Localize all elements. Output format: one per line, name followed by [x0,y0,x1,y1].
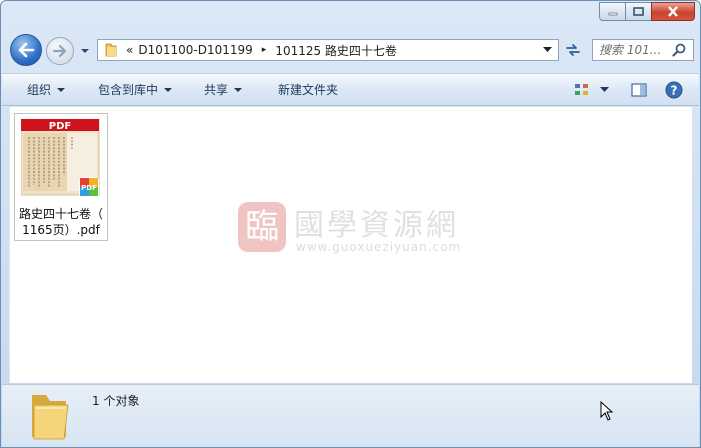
view-controls: ? [568,74,699,105]
file-name-line1: 路史四十七卷（ [18,207,103,221]
chevron-down-icon [234,87,243,92]
watermark-title: 國學資源網 [294,208,459,243]
breadcrumb-item-parent[interactable]: D101100-D101199 [138,43,252,57]
search-input[interactable] [593,43,669,57]
recent-pages-dropdown-icon[interactable] [80,46,90,56]
watermark: 臨 國學資源網 www.guoxueziyuan.com [238,200,478,258]
search-icon[interactable] [669,43,689,57]
minimize-icon [608,12,617,15]
file-item-pdf[interactable]: PDF PDF 路史四十七卷（ 1165页）.pdf [14,113,108,241]
close-button[interactable] [651,2,695,21]
title-bar[interactable] [1,1,700,29]
view-grid-icon [575,83,588,95]
file-name-line2: 1165页）.pdf [22,223,100,237]
preview-pane-button[interactable] [621,74,657,105]
maximize-icon [633,6,644,16]
explorer-window: « D101100-D101199 ▸ 101125 路史四十七卷 组织 包含到… [0,0,701,448]
chevron-down-icon [600,86,609,92]
help-button[interactable]: ? [657,74,699,105]
folder-large-icon [32,395,69,440]
window-controls [599,2,695,21]
change-view-button[interactable] [568,74,596,105]
refresh-icon [566,44,580,56]
navigation-bar: « D101100-D101199 ▸ 101125 路史四十七卷 [1,31,700,69]
watermark-url: www.guoxueziyuan.com [296,240,462,254]
address-dropdown-icon[interactable] [543,47,552,53]
command-bar: 组织 包含到库中 共享 新建文件夹 ? [2,73,699,106]
help-icon: ? [665,81,683,98]
thumbnail-banner: PDF [49,121,71,132]
organize-label: 组织 [27,83,52,97]
address-bar[interactable]: « D101100-D101199 ▸ 101125 路史四十七卷 [97,39,559,61]
share-button[interactable]: 共享 [186,74,256,105]
preview-pane-icon [631,82,647,97]
new-folder-label: 新建文件夹 [278,83,339,97]
details-pane: 1 个对象 [2,384,699,447]
share-label: 共享 [204,83,229,97]
file-list-pane[interactable]: PDF PDF 路史四十七卷（ 1165页）.pdf 臨 國學資源網 www.g… [9,107,692,383]
include-in-library-button[interactable]: 包含到库中 [79,74,186,105]
arrow-right-icon [52,44,67,58]
folder-icon [101,40,121,60]
mouse-cursor-icon [600,401,614,421]
maximize-button[interactable] [625,2,651,21]
file-name: 路史四十七卷（ 1165页）.pdf [15,206,107,238]
pdf-thumbnail-icon: PDF PDF [21,119,100,197]
search-box [592,39,694,61]
include-in-library-label: 包含到库中 [98,83,159,97]
breadcrumb-separator-icon[interactable]: ▸ [253,45,276,55]
forward-button[interactable] [46,37,74,65]
svg-text:?: ? [671,83,678,97]
refresh-button[interactable] [561,39,585,61]
chevron-down-icon [164,87,173,92]
watermark-seal: 臨 [238,202,286,252]
close-icon [668,6,678,17]
minimize-button[interactable] [599,2,625,21]
breadcrumb-overflow[interactable]: « [121,43,138,57]
view-options-dropdown[interactable] [596,74,621,105]
back-button[interactable] [10,34,42,66]
arrow-left-icon [18,42,35,58]
organize-button[interactable]: 组织 [2,74,79,105]
new-folder-button[interactable]: 新建文件夹 [256,74,352,105]
breadcrumb-item-current[interactable]: 101125 路史四十七卷 [275,42,397,59]
chevron-down-icon [57,87,66,92]
pdf-badge-icon: PDF [81,184,97,192]
item-count: 1 个对象 [92,394,140,408]
